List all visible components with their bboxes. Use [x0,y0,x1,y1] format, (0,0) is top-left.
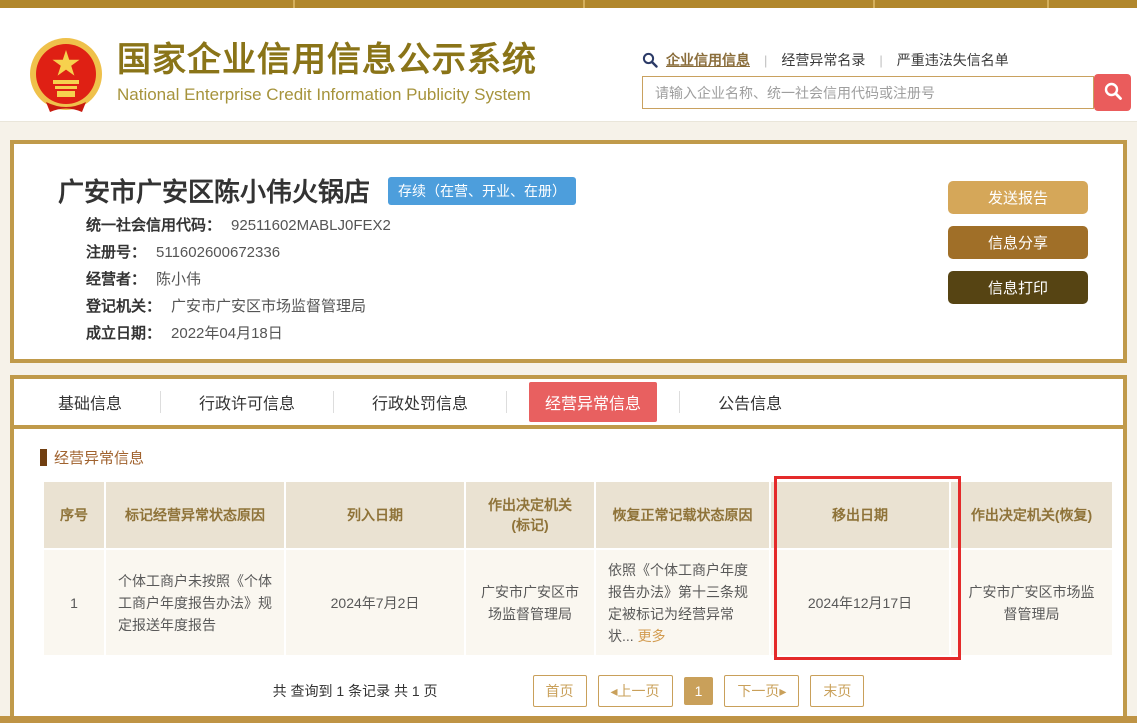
field-label: 登记机关： [86,298,161,315]
top-gold-bar [0,0,1137,8]
print-info-button[interactable]: 信息打印 [948,271,1088,304]
field-establishment-date: 成立日期： 2022年04月18日 [86,320,391,347]
topbar-divider [1047,0,1049,8]
bottom-gold-bar [0,716,1137,723]
field-value: 511602600672336 [156,244,280,261]
col-header-authority-restored: 作出决定机关(恢复) [951,482,1112,548]
topbar-divider [873,0,875,8]
company-header: 广安市广安区陈小伟火锅店 存续（在营、开业、在册） [58,172,576,209]
link-separator: | [879,53,882,68]
send-report-button[interactable]: 发送报告 [948,181,1088,214]
next-page-button[interactable]: 下一页▸ [724,675,799,707]
company-info-panel: 广安市广安区陈小伟火锅店 存续（在营、开业、在册） 统一社会信用代码： 92511… [10,140,1127,363]
share-info-button[interactable]: 信息分享 [948,226,1088,259]
tab-administrative-penalty[interactable]: 行政处罚信息 [356,382,484,422]
table-header-row: 序号 标记经营异常状态原因 列入日期 作出决定机关 (标记) 恢复正常记载状态原… [44,482,1112,548]
topbar-divider [293,0,295,8]
detail-panel: 基础信息 行政许可信息 行政处罚信息 经营异常信息 公告信息 经营异常信息 序号… [10,375,1127,716]
field-label: 注册号： [86,244,146,261]
current-page-button[interactable]: 1 [684,677,714,705]
tab-separator [160,391,161,413]
col-header-date-out: 移出日期 [771,482,949,548]
field-credit-code: 统一社会信用代码： 92511602MABLJ0FEX2 [86,212,391,239]
tab-administrative-license[interactable]: 行政许可信息 [183,382,311,422]
field-registration-authority: 登记机关： 广安市广安区市场监督管理局 [86,293,391,320]
record-count-summary: 共 查询到 1 条记录 共 1 页 [273,681,438,701]
quick-links: 企业信用信息 | 经营异常名录 | 严重违法失信名单 [642,50,1009,70]
search-button[interactable] [1094,74,1131,111]
national-emblem-logo [26,36,106,116]
pagination-buttons: 首页 ◂上一页 1 下一页▸ 末页 [533,675,865,707]
field-operator: 经营者： 陈小伟 [86,266,391,293]
tab-basic-info[interactable]: 基础信息 [42,382,138,422]
cell-reason-restored: 依照《个体工商户年度报告办法》第十三条规定被标记为经营异常状... 更多 [596,550,769,655]
tab-separator [333,391,334,413]
col-header-authority-marked: 作出决定机关 (标记) [466,482,594,548]
cell-reason-marked: 个体工商户未按照《个体工商户年度报告办法》规定报送年度报告 [106,550,284,655]
field-label: 统一社会信用代码： [86,217,221,234]
field-label: 经营者： [86,271,146,288]
tab-bar: 基础信息 行政许可信息 行政处罚信息 经营异常信息 公告信息 [14,379,1123,429]
col-header-reason-restored: 恢复正常记载状态原因 [596,482,769,548]
field-value: 广安市广安区市场监督管理局 [171,298,366,315]
cell-index: 1 [44,550,104,655]
cell-date-in: 2024年7月2日 [286,550,464,655]
search-icon [1103,81,1123,104]
tab-separator [679,391,680,413]
col-header-index: 序号 [44,482,104,548]
link-separator: | [764,53,767,68]
link-serious-violation-list[interactable]: 严重违法失信名单 [897,50,1009,70]
field-value: 2022年04月18日 [171,325,283,342]
section-header: 经营异常信息 [40,447,1123,468]
cell-authority-restored: 广安市广安区市场监督管理局 [951,550,1112,655]
site-subtitle: National Enterprise Credit Information P… [117,85,537,105]
prev-page-button[interactable]: ◂上一页 [598,675,673,707]
company-action-buttons: 发送报告 信息分享 信息打印 [948,181,1088,304]
section-title: 经营异常信息 [54,447,144,468]
link-abnormal-operations-list[interactable]: 经营异常名录 [781,50,865,70]
search-input[interactable] [642,76,1094,109]
table-row: 1 个体工商户未按照《个体工商户年度报告办法》规定报送年度报告 2024年7月2… [44,550,1112,655]
field-value: 92511602MABLJ0FEX2 [231,217,391,234]
section-marker-bar [40,449,47,466]
search-icon [642,52,658,68]
abnormal-operations-table-wrap: 序号 标记经营异常状态原因 列入日期 作出决定机关 (标记) 恢复正常记载状态原… [42,480,1112,657]
company-name: 广安市广安区陈小伟火锅店 [58,172,370,209]
topbar-divider [583,0,585,8]
site-title: 国家企业信用信息公示系统 [117,40,537,80]
search-bar [642,74,1131,111]
status-badge: 存续（在营、开业、在册） [388,177,576,205]
link-enterprise-credit-info[interactable]: 企业信用信息 [666,50,750,70]
tab-announcements[interactable]: 公告信息 [702,382,798,422]
site-header: 国家企业信用信息公示系统 National Enterprise Credit … [0,8,1137,122]
last-page-button[interactable]: 末页 [810,675,864,707]
field-registration-number: 注册号： 511602600672336 [86,239,391,266]
field-label: 成立日期： [86,325,161,342]
tab-abnormal-operations[interactable]: 经营异常信息 [529,382,657,422]
company-fields: 统一社会信用代码： 92511602MABLJ0FEX2 注册号： 51160260… [86,212,391,347]
first-page-button[interactable]: 首页 [533,675,587,707]
site-title-block: 国家企业信用信息公示系统 National Enterprise Credit … [117,40,537,105]
cell-authority-marked: 广安市广安区市场监督管理局 [466,550,594,655]
more-link[interactable]: 更多 [638,628,666,644]
col-header-date-in: 列入日期 [286,482,464,548]
pagination: 共 查询到 1 条记录 共 1 页 首页 ◂上一页 1 下一页▸ 末页 [14,675,1123,707]
field-value: 陈小伟 [156,271,201,288]
tab-separator [506,391,507,413]
cell-date-out: 2024年12月17日 [771,550,949,655]
col-header-reason-marked: 标记经营异常状态原因 [106,482,284,548]
abnormal-operations-table: 序号 标记经营异常状态原因 列入日期 作出决定机关 (标记) 恢复正常记载状态原… [42,480,1114,657]
reason-restored-text: 依照《个体工商户年度报告办法》第十三条规定被标记为经营异常状... [608,562,748,644]
